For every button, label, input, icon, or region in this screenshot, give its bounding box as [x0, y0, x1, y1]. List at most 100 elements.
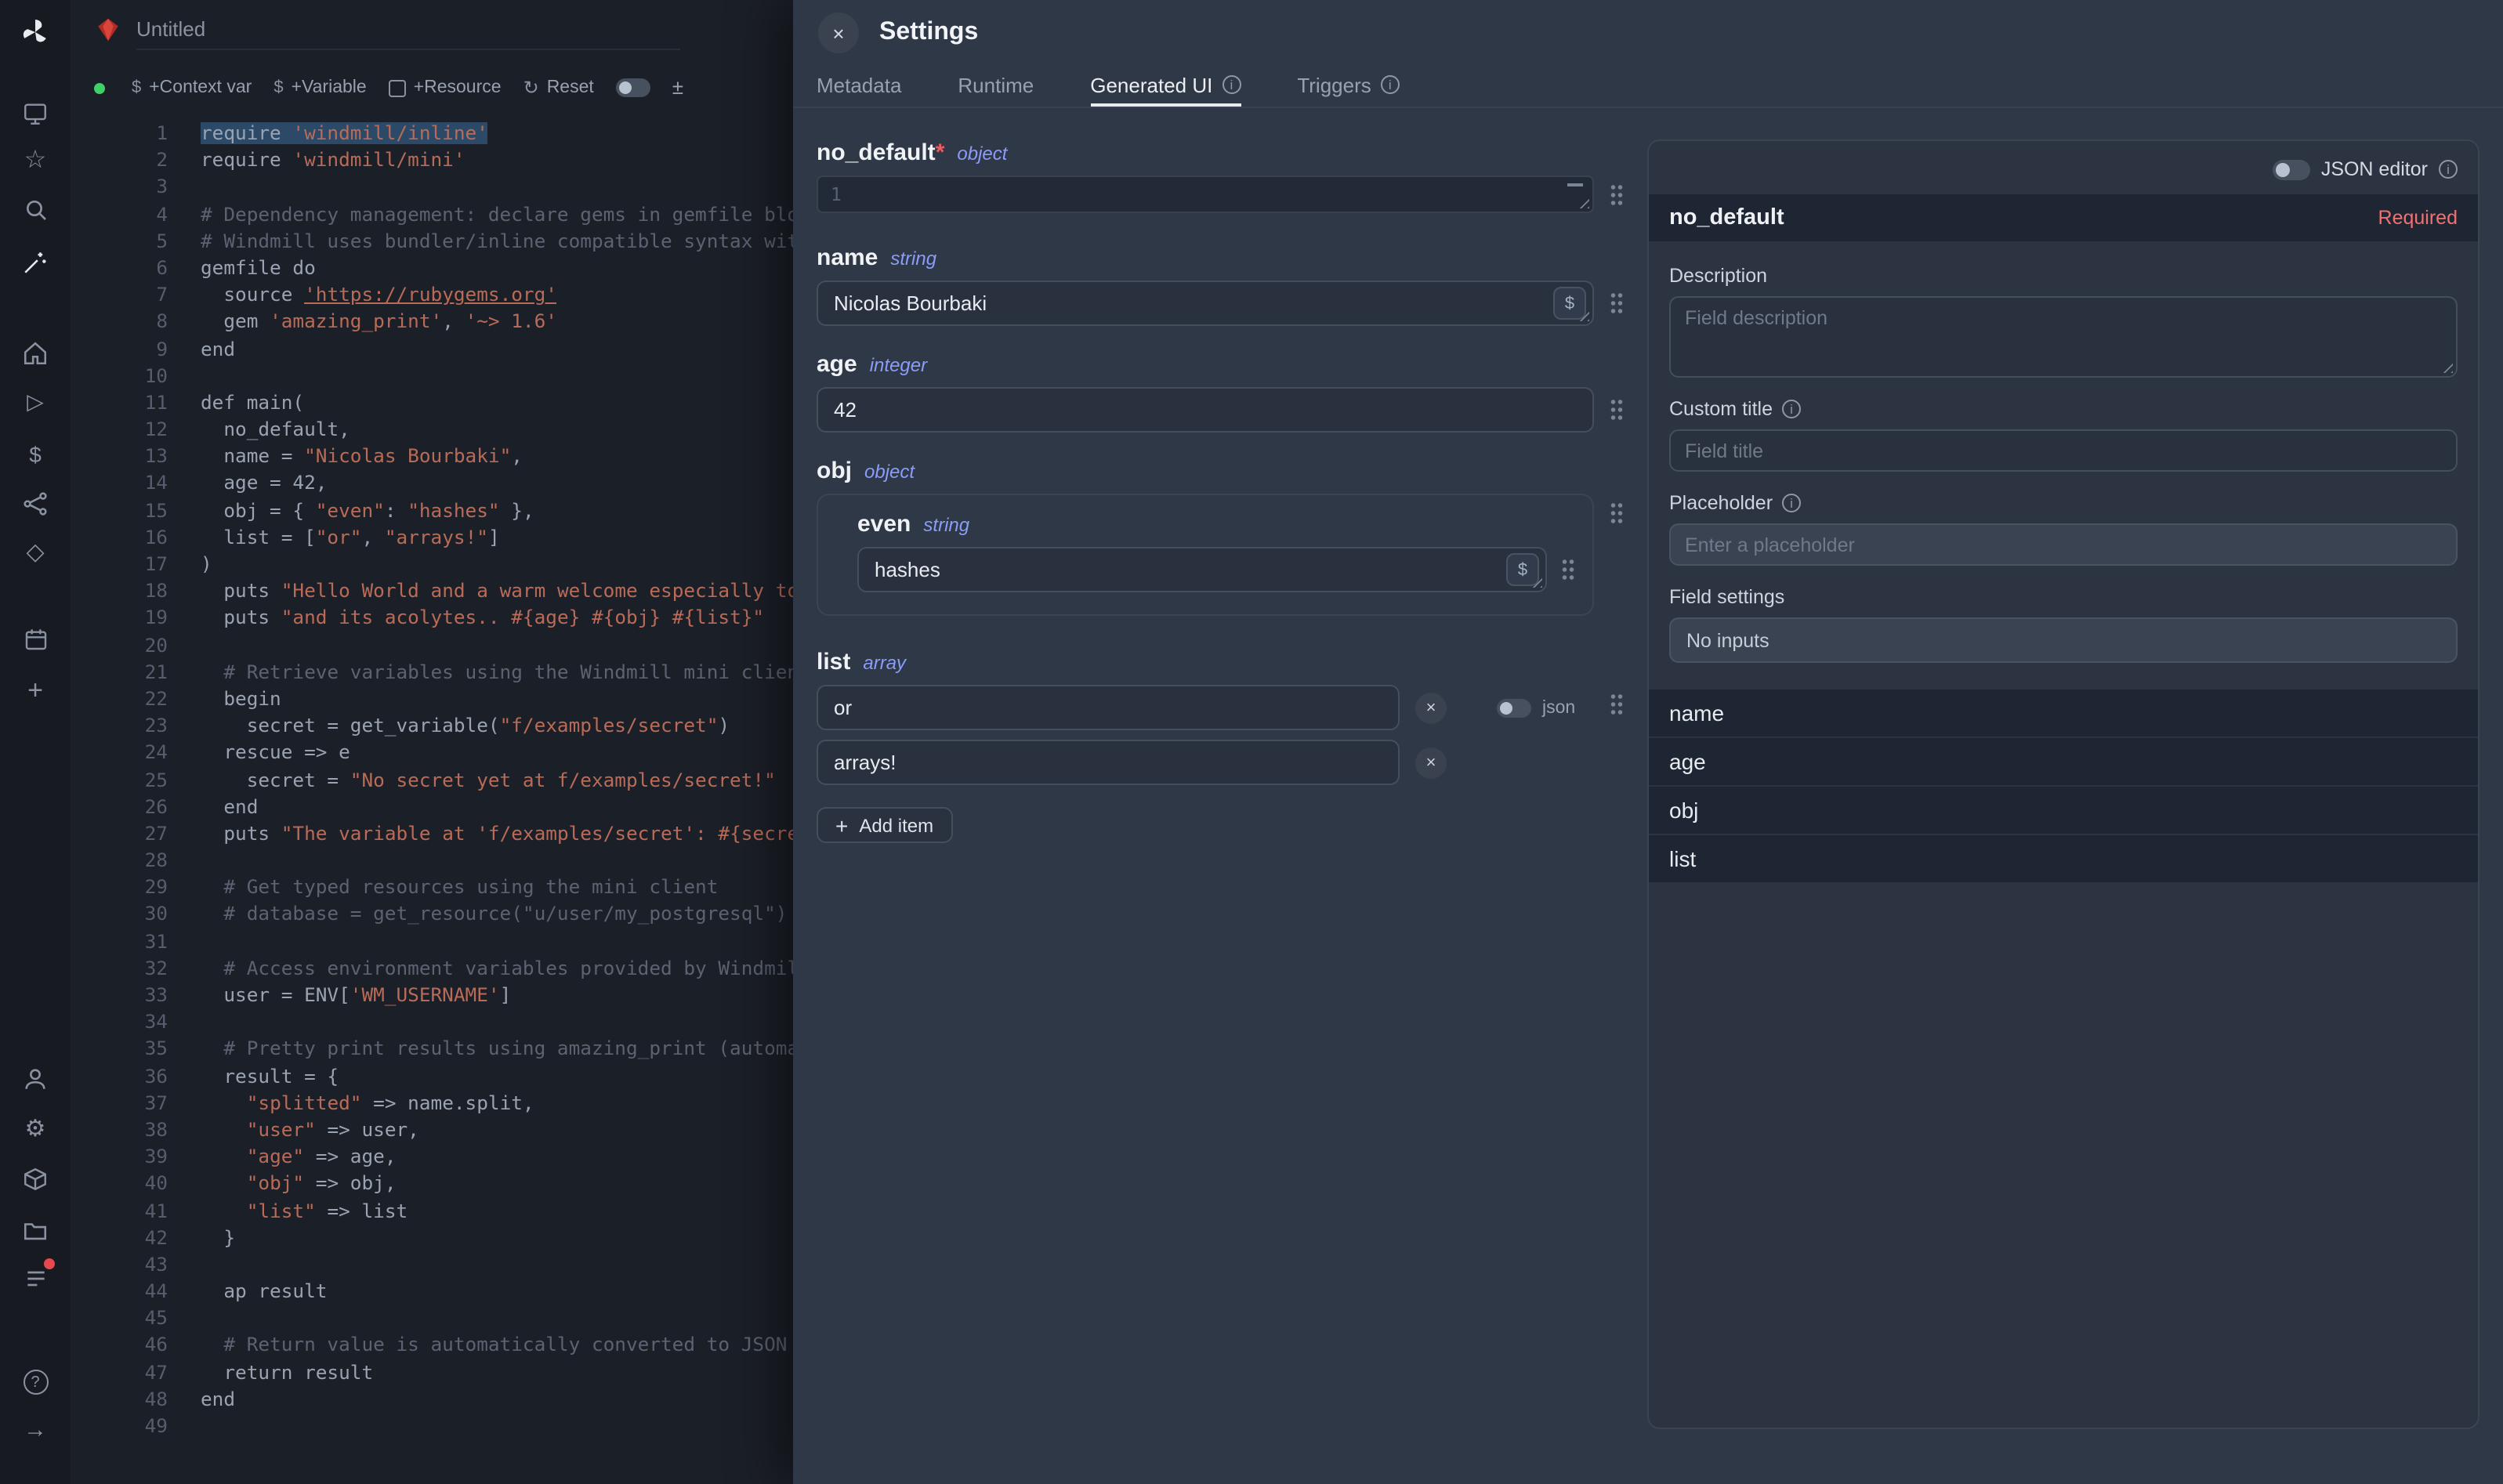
remove-item-icon[interactable]: [1415, 747, 1447, 778]
user-icon[interactable]: [16, 1059, 54, 1097]
code-line[interactable]: 11def main(: [71, 390, 793, 417]
object-json-editor[interactable]: 1: [817, 176, 1594, 213]
code-line[interactable]: 27 puts "The variable at 'f/examples/sec…: [71, 821, 793, 848]
code-line[interactable]: 36 result = {: [71, 1063, 793, 1090]
code-line[interactable]: 30 # database = get_resource("u/user/my_…: [71, 902, 793, 928]
description-textarea[interactable]: [1671, 298, 2456, 376]
code-line[interactable]: 3: [71, 175, 793, 201]
magic-wand-icon[interactable]: [16, 243, 54, 281]
field-settings-select[interactable]: No inputs: [1669, 617, 2458, 663]
flows-graph-icon[interactable]: [16, 484, 54, 522]
code-line[interactable]: 6gemfile do: [71, 255, 793, 282]
drag-handle[interactable]: [1610, 501, 1624, 525]
code-line[interactable]: 1require 'windmill/inline': [71, 121, 793, 147]
code-line[interactable]: 8 gem 'amazing_print', '~> 1.6': [71, 309, 793, 336]
code-line[interactable]: 18 puts "Hello World and a warm welcome …: [71, 578, 793, 605]
tab-generated-ui[interactable]: Generated UI: [1090, 66, 1241, 107]
code-line[interactable]: 24 rescue => e: [71, 740, 793, 767]
field-row-obj[interactable]: obj: [1649, 787, 2478, 835]
code-line[interactable]: 32 # Access environment variables provid…: [71, 956, 793, 983]
insert-variable-dollar-button[interactable]: [1553, 287, 1586, 320]
diff-plusminus-icon[interactable]: [672, 74, 683, 102]
add-item-button[interactable]: Add item: [817, 807, 952, 843]
add-variable-button[interactable]: +Variable: [273, 78, 366, 97]
code-line[interactable]: 12 no_default,: [71, 417, 793, 443]
code-line[interactable]: 14 age = 42,: [71, 471, 793, 498]
code-line[interactable]: 41 "list" => list: [71, 1198, 793, 1225]
code-line[interactable]: 38 "user" => user,: [71, 1117, 793, 1144]
favorites-star-icon[interactable]: [16, 143, 54, 180]
json-editor-toggle[interactable]: [2273, 159, 2310, 179]
name-input[interactable]: [834, 291, 1577, 315]
search-icon[interactable]: [16, 191, 54, 229]
selected-field-row-no-default[interactable]: no_default Required: [1649, 194, 2478, 241]
drag-handle[interactable]: [1610, 291, 1624, 315]
add-plus-icon[interactable]: [16, 671, 54, 708]
code-line[interactable]: 7 source 'https://rubygems.org': [71, 282, 793, 309]
code-line[interactable]: 45: [71, 1306, 793, 1333]
code-line[interactable]: 40 "obj" => obj,: [71, 1171, 793, 1198]
age-input[interactable]: [834, 398, 1577, 422]
code-line[interactable]: 35 # Pretty print results using amazing_…: [71, 1037, 793, 1063]
code-line[interactable]: 49: [71, 1413, 793, 1440]
list-item-input[interactable]: [834, 751, 1382, 774]
code-line[interactable]: 28: [71, 848, 793, 874]
folder-icon[interactable]: [16, 1211, 54, 1249]
custom-title-input[interactable]: [1685, 440, 2442, 461]
code-line[interactable]: 31: [71, 928, 793, 955]
code-line[interactable]: 37 "splitted" => name.split,: [71, 1091, 793, 1117]
code-line[interactable]: 13 name = "Nicolas Bourbaki",: [71, 444, 793, 471]
code-line[interactable]: 16 list = ["or", "arrays!"]: [71, 525, 793, 552]
drag-handle[interactable]: [1561, 558, 1575, 581]
package-icon[interactable]: [16, 1160, 54, 1197]
code-line[interactable]: 43: [71, 1252, 793, 1279]
code-line[interactable]: 21 # Retrieve variables using the Windmi…: [71, 660, 793, 686]
drag-handle[interactable]: [1610, 398, 1624, 422]
editor-toggle[interactable]: [616, 78, 650, 97]
code-line[interactable]: 19 puts "and its acolytes.. #{age} #{obj…: [71, 606, 793, 632]
list-item-input[interactable]: [834, 696, 1382, 719]
code-editor[interactable]: 1require 'windmill/inline'2require 'wind…: [71, 116, 793, 1484]
even-input[interactable]: [875, 558, 1530, 581]
logs-list-icon[interactable]: [16, 1260, 54, 1298]
schedules-calendar-icon[interactable]: [16, 621, 54, 658]
code-line[interactable]: 29 # Get typed resources using the mini …: [71, 875, 793, 902]
collapse-editor-icon[interactable]: [1567, 183, 1583, 186]
drag-handle[interactable]: [1610, 693, 1624, 716]
placeholder-input[interactable]: [1685, 534, 2442, 556]
field-row-list[interactable]: list: [1649, 835, 2478, 884]
monitor-icon[interactable]: [16, 94, 54, 132]
field-row-name[interactable]: name: [1649, 690, 2478, 738]
code-line[interactable]: 22 begin: [71, 686, 793, 713]
tab-metadata[interactable]: Metadata: [817, 66, 901, 107]
info-icon[interactable]: [1782, 494, 1801, 512]
info-icon[interactable]: [1381, 75, 1400, 94]
code-line[interactable]: 33 user = ENV['WM_USERNAME']: [71, 983, 793, 1009]
reset-button[interactable]: Reset: [523, 77, 594, 99]
tab-triggers[interactable]: Triggers: [1297, 66, 1399, 107]
close-icon[interactable]: [818, 13, 859, 53]
settings-gear-icon[interactable]: [16, 1109, 54, 1147]
code-line[interactable]: 44 ap result: [71, 1279, 793, 1305]
code-line[interactable]: 17): [71, 552, 793, 578]
code-line[interactable]: 42 }: [71, 1225, 793, 1251]
json-toggle[interactable]: [1497, 698, 1531, 717]
windmill-logo-icon[interactable]: [16, 13, 54, 50]
code-line[interactable]: 20: [71, 632, 793, 659]
add-resource-button[interactable]: +Resource: [389, 78, 502, 97]
code-line[interactable]: 2require 'windmill/mini': [71, 147, 793, 174]
info-icon[interactable]: [1222, 75, 1241, 94]
drag-handle[interactable]: [1610, 183, 1624, 207]
code-line[interactable]: 5# Windmill uses bundler/inline compatib…: [71, 229, 793, 255]
help-icon[interactable]: [16, 1363, 54, 1401]
code-line[interactable]: 26 end: [71, 794, 793, 820]
home-icon[interactable]: [16, 334, 54, 371]
code-line[interactable]: 15 obj = { "even": "hashes" },: [71, 498, 793, 524]
runs-play-icon[interactable]: [16, 382, 54, 420]
code-line[interactable]: 4# Dependency management: declare gems i…: [71, 201, 793, 228]
script-title-input[interactable]: Untitled: [136, 9, 680, 50]
remove-item-icon[interactable]: [1415, 692, 1447, 723]
code-line[interactable]: 48end: [71, 1387, 793, 1413]
collapse-sidebar-arrow-icon[interactable]: [16, 1410, 54, 1448]
code-line[interactable]: 25 secret = "No secret yet at f/examples…: [71, 767, 793, 794]
